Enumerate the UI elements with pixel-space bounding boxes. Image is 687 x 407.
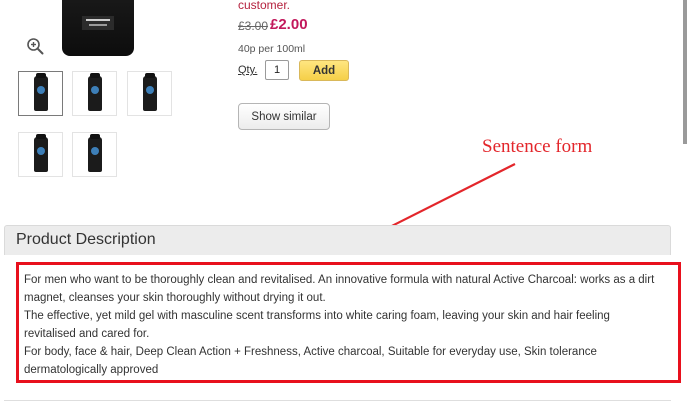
bottle-image bbox=[143, 73, 157, 111]
divider bbox=[4, 400, 671, 401]
description-paragraph: For body, face & hair, Deep Clean Action… bbox=[24, 346, 597, 376]
product-thumbnail[interactable] bbox=[18, 132, 63, 177]
product-thumbnail[interactable] bbox=[72, 132, 117, 177]
description-title: Product Description bbox=[16, 231, 156, 248]
annotation-label: Sentence form bbox=[482, 136, 593, 157]
description-paragraph: The effective, yet mild gel with masculi… bbox=[24, 310, 610, 340]
description-body: For men who want to be thoroughly clean … bbox=[24, 271, 664, 379]
zoom-in-icon[interactable] bbox=[26, 37, 44, 55]
product-thumbnail[interactable] bbox=[72, 71, 117, 116]
description-paragraph: For men who want to be thoroughly clean … bbox=[24, 274, 655, 304]
add-to-basket-button[interactable]: Add bbox=[299, 60, 349, 81]
product-thumbnail[interactable] bbox=[18, 71, 63, 116]
product-thumbnail[interactable] bbox=[127, 71, 172, 116]
unit-price: 40p per 100ml bbox=[238, 43, 306, 55]
show-similar-button[interactable]: Show similar bbox=[238, 103, 330, 130]
bottle-image bbox=[34, 73, 48, 111]
qty-label: Qty. bbox=[238, 64, 258, 76]
page-edge-divider bbox=[683, 0, 687, 144]
customer-text: customer. bbox=[238, 0, 291, 12]
new-price: £2.00 bbox=[270, 16, 308, 33]
bottle-image bbox=[88, 73, 102, 111]
bottle-image bbox=[34, 134, 48, 172]
old-price: £3.00 bbox=[238, 19, 269, 33]
product-label-graphic bbox=[82, 16, 114, 30]
product-main-image[interactable] bbox=[62, 0, 134, 56]
quantity-input[interactable] bbox=[265, 60, 289, 80]
bottle-image bbox=[88, 134, 102, 172]
